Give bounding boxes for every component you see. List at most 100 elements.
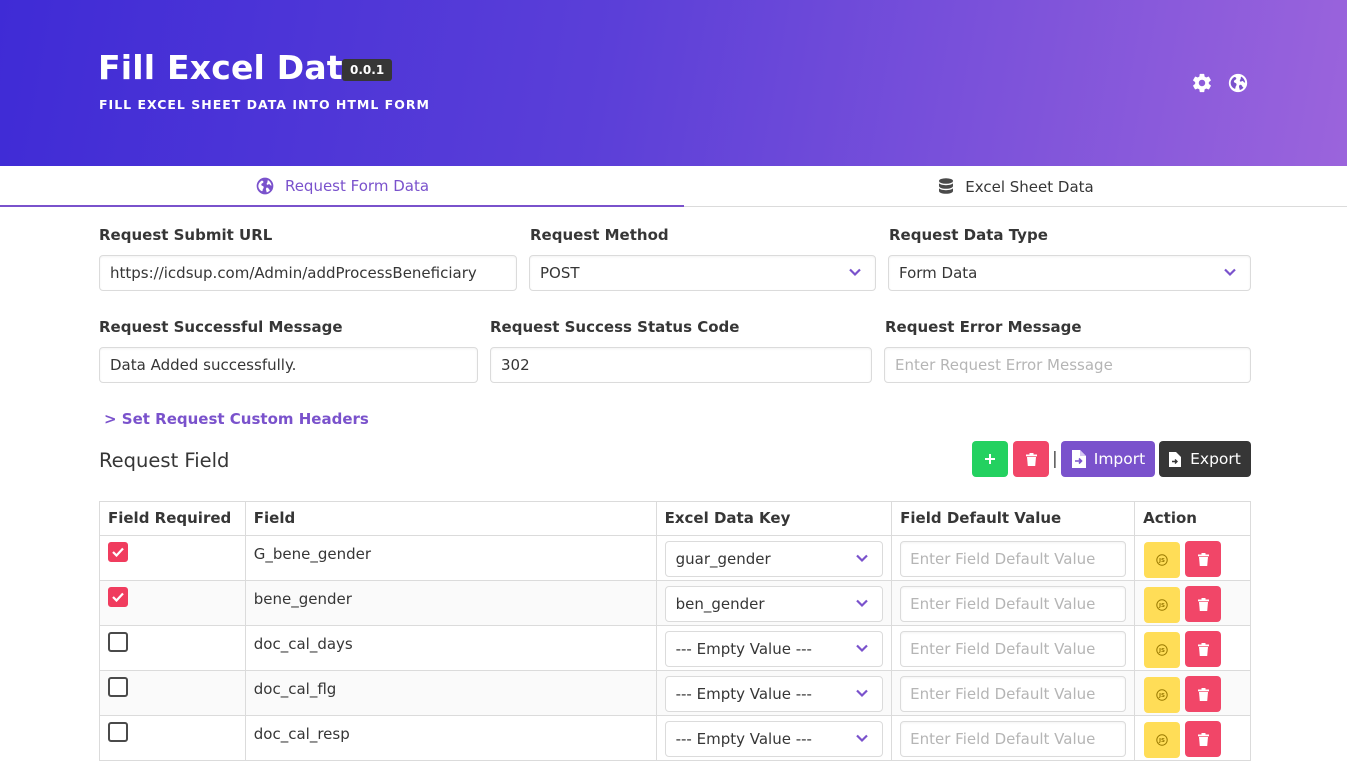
excel-data-key-value: --- Empty Value --- — [675, 730, 812, 748]
success-message-label: Request Successful Message — [99, 318, 343, 336]
field-default-value-input[interactable] — [900, 541, 1127, 577]
field-name: doc_cal_days — [253, 635, 353, 653]
trash-icon — [1197, 732, 1209, 746]
table-row: doc_cal_days --- Empty Value --- JS — [99, 625, 1251, 671]
field-default-value-input[interactable] — [900, 676, 1127, 712]
gear-icon[interactable] — [1191, 72, 1213, 94]
field-cell: doc_cal_resp — [244, 715, 657, 761]
custom-headers-link[interactable]: > Set Request Custom Headers — [104, 410, 369, 428]
default-value-cell — [891, 580, 1136, 626]
excel-key-cell: guar_gender — [655, 535, 893, 581]
column-header-field-default-value: Field Default Value — [891, 501, 1136, 536]
tab-request-form-data[interactable]: Request Form Data — [0, 166, 684, 207]
trash-icon — [1197, 597, 1209, 611]
success-code-input[interactable] — [490, 347, 872, 383]
action-cell: JS — [1134, 580, 1251, 626]
required-cell — [99, 625, 246, 671]
field-default-value-input[interactable] — [900, 586, 1127, 622]
js-button[interactable]: JS — [1144, 676, 1181, 713]
hero-header: Fill Excel Data 0.0.1 FILL EXCEL SHEET D… — [0, 0, 1347, 166]
field-default-value-input[interactable] — [900, 721, 1127, 757]
svg-text:JS: JS — [1158, 603, 1165, 609]
request-data-type-label: Request Data Type — [889, 226, 1048, 244]
column-header-field-required: Field Required — [99, 501, 246, 536]
delete-row-button[interactable] — [1185, 586, 1222, 622]
trash-icon — [1197, 687, 1209, 701]
table-row: G_bene_gender guar_gender JS — [99, 535, 1251, 581]
table-header-row: Field Required Field Excel Data Key Fiel… — [99, 501, 1251, 536]
chevron-down-icon — [1224, 268, 1236, 277]
trash-icon — [1197, 642, 1209, 656]
file-import-icon — [1071, 450, 1086, 468]
add-field-button[interactable] — [972, 441, 1008, 477]
app-subtitle: FILL EXCEL SHEET DATA INTO HTML FORM — [99, 97, 430, 112]
table-row: bene_gender ben_gender JS — [99, 580, 1251, 626]
default-value-cell — [891, 625, 1136, 671]
field-required-checkbox[interactable] — [108, 587, 128, 607]
svg-text:JS: JS — [1158, 738, 1165, 744]
check-icon — [112, 547, 124, 557]
chevron-down-icon — [849, 268, 861, 277]
export-label: Export — [1190, 450, 1241, 468]
plus-icon — [985, 454, 995, 464]
success-message-input[interactable] — [99, 347, 478, 383]
request-method-value: POST — [540, 264, 580, 282]
excel-data-key-value: ben_gender — [675, 595, 765, 613]
field-required-checkbox[interactable] — [108, 632, 128, 652]
delete-row-button[interactable] — [1185, 541, 1222, 577]
request-method-label: Request Method — [530, 226, 669, 244]
excel-data-key-select[interactable]: --- Empty Value --- — [664, 676, 884, 712]
js-button[interactable]: JS — [1144, 586, 1181, 623]
chevron-down-icon — [856, 734, 868, 743]
delete-row-button[interactable] — [1185, 631, 1222, 667]
action-cell: JS — [1134, 535, 1251, 581]
field-default-value-input[interactable] — [900, 631, 1127, 667]
action-cell: JS — [1134, 670, 1251, 716]
svg-text:JS: JS — [1158, 693, 1165, 699]
field-name: doc_cal_resp — [253, 725, 350, 743]
excel-key-cell: ben_gender — [655, 580, 893, 626]
import-button[interactable]: Import — [1061, 441, 1155, 477]
globe-icon[interactable] — [1227, 72, 1249, 94]
submit-url-input[interactable] — [99, 255, 517, 291]
default-value-cell — [891, 535, 1136, 581]
tab-excel-sheet-data[interactable]: Excel Sheet Data — [684, 166, 1347, 207]
js-icon: JS — [1156, 688, 1168, 701]
excel-data-key-select[interactable]: guar_gender — [664, 541, 884, 577]
chevron-down-icon — [856, 554, 868, 563]
field-required-checkbox[interactable] — [108, 542, 128, 562]
js-icon: JS — [1156, 643, 1168, 656]
request-field-table: Field Required Field Excel Data Key Fiel… — [99, 501, 1251, 761]
field-required-checkbox[interactable] — [108, 722, 128, 742]
excel-data-key-select[interactable]: --- Empty Value --- — [664, 631, 884, 667]
delete-row-button[interactable] — [1185, 676, 1222, 712]
js-button[interactable]: JS — [1144, 541, 1181, 578]
js-button[interactable]: JS — [1144, 721, 1181, 758]
chevron-down-icon — [856, 599, 868, 608]
column-header-excel-data-key: Excel Data Key — [655, 501, 893, 536]
js-icon: JS — [1156, 553, 1168, 566]
excel-key-cell: --- Empty Value --- — [655, 625, 893, 671]
table-body: G_bene_genderguar_genderJSbene_genderben… — [99, 535, 1251, 761]
field-name: G_bene_gender — [253, 545, 372, 563]
globe-icon — [256, 177, 274, 194]
field-required-checkbox[interactable] — [108, 677, 128, 697]
svg-text:JS: JS — [1158, 558, 1165, 564]
excel-data-key-select[interactable]: ben_gender — [664, 586, 884, 622]
delete-row-button[interactable] — [1185, 721, 1222, 757]
success-code-label: Request Success Status Code — [490, 318, 740, 336]
request-field-title: Request Field — [99, 449, 230, 472]
js-button[interactable]: JS — [1144, 631, 1181, 668]
error-message-input[interactable] — [884, 347, 1251, 383]
chevron-down-icon — [856, 644, 868, 653]
import-label: Import — [1093, 450, 1146, 468]
tab-label: Excel Sheet Data — [965, 177, 1094, 196]
request-data-type-select[interactable]: Form Data — [888, 255, 1251, 291]
field-cell: bene_gender — [244, 580, 657, 626]
request-method-select[interactable]: POST — [529, 255, 876, 291]
delete-all-button[interactable] — [1013, 441, 1049, 477]
excel-key-cell: --- Empty Value --- — [655, 715, 893, 761]
excel-data-key-select[interactable]: --- Empty Value --- — [664, 721, 884, 757]
export-button[interactable]: Export — [1159, 441, 1251, 477]
button-separator: | — [1052, 449, 1058, 469]
